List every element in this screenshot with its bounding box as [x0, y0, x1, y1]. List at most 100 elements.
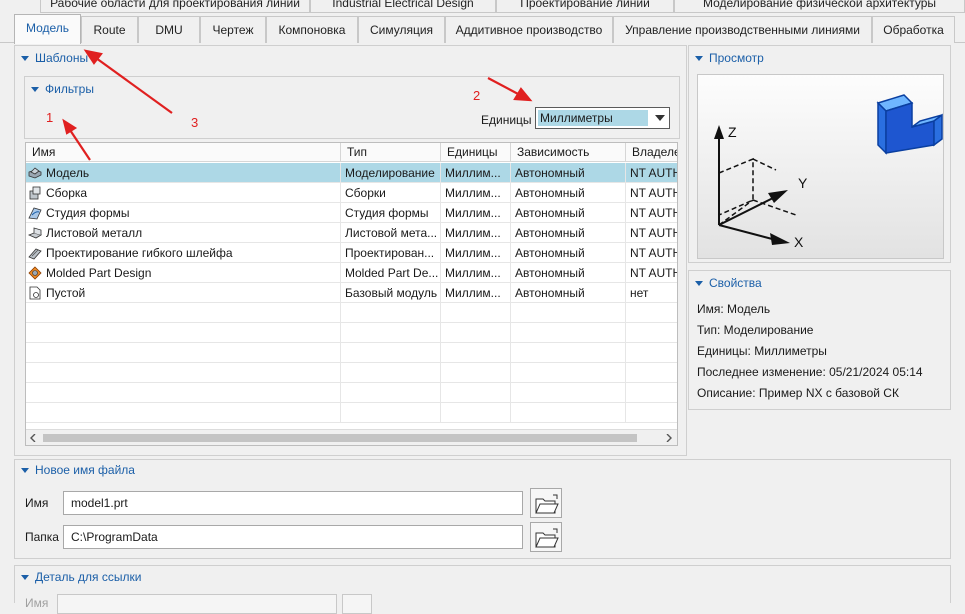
- empty-cell: [26, 363, 341, 383]
- browse-folder-button[interactable]: [530, 522, 562, 552]
- axis-z-label: Z: [728, 124, 737, 140]
- empty-cell: [626, 323, 677, 343]
- cell-units: Миллим...: [441, 183, 511, 203]
- empty-row: [26, 403, 677, 423]
- column-header-units[interactable]: Единицы: [441, 143, 511, 162]
- tab-industrial-electrical[interactable]: Industrial Electrical Design: [310, 0, 496, 13]
- cell-text: Пустой: [46, 286, 86, 300]
- empty-row: [26, 323, 677, 343]
- table-row[interactable]: Студия формы Студия формы Миллим... Автоном…: [26, 203, 678, 223]
- file-name-input[interactable]: model1.prt: [63, 491, 523, 515]
- cell-owner: NT AUTH: [626, 263, 677, 283]
- scroll-left-icon[interactable]: [30, 434, 36, 442]
- cell-text: Сборка: [46, 186, 88, 200]
- column-header-name[interactable]: Имя: [26, 143, 341, 162]
- reference-browse-button[interactable]: [342, 594, 372, 614]
- cell-name: Проектирование гибкого шлейфа: [26, 243, 341, 263]
- table-row[interactable]: Листовой металл Листовой мета... Миллим...…: [26, 223, 677, 243]
- table-header: Имя Тип Единицы Зависимость Владеле: [26, 143, 677, 162]
- cell-name: Листовой металл: [26, 223, 341, 243]
- tab-physical-architecture[interactable]: Моделирование физической архитектуры: [674, 0, 965, 13]
- cell-dep: Автономный: [511, 243, 626, 263]
- templates-header[interactable]: Шаблоны: [15, 48, 88, 68]
- empty-cell: [626, 383, 677, 403]
- empty-cell: [26, 403, 341, 423]
- empty-row: [26, 303, 677, 323]
- tab-dmu[interactable]: DMU: [138, 16, 200, 43]
- empty-cell: [626, 403, 677, 423]
- cell-text: Базовый модуль: [345, 286, 438, 300]
- units-dropdown[interactable]: Миллиметры: [535, 107, 670, 129]
- folder-input[interactable]: C:\ProgramData: [63, 525, 523, 549]
- cell-text: Автономный: [515, 246, 585, 260]
- cell-text: Студия формы: [345, 206, 429, 220]
- empty-row: [26, 363, 677, 383]
- cell-type: Проектирован...: [341, 243, 441, 263]
- new-file-header[interactable]: Новое имя файла: [15, 460, 135, 480]
- empty-cell: [26, 343, 341, 363]
- filters-header[interactable]: Фильтры: [25, 79, 94, 99]
- cell-name: Пустой: [26, 283, 341, 303]
- cell-owner: NT AUTH: [626, 163, 677, 183]
- table-row[interactable]: Пустой Базовый модуль Миллим... Автономный н…: [26, 283, 677, 303]
- column-header-owner[interactable]: Владеле: [626, 143, 677, 162]
- cell-owner: NT AUTH: [626, 223, 677, 243]
- cell-text: Модель: [46, 166, 90, 180]
- reference-part-panel: Деталь для ссылки Имя: [14, 565, 951, 614]
- empty-cell: [341, 363, 441, 383]
- empty-cell: [26, 383, 341, 403]
- cell-text: Листовой металл: [46, 226, 143, 240]
- cell-text: Автономный: [515, 266, 585, 280]
- scrollbar-thumb[interactable]: [43, 434, 637, 442]
- tab-layout[interactable]: Компоновка: [266, 16, 358, 43]
- cell-text: Миллим...: [445, 226, 501, 240]
- cell-owner: NT AUTH: [626, 203, 678, 223]
- table-row[interactable]: Molded Part Design Molded Part De... Милли…: [26, 263, 677, 283]
- folder-label: Папка: [25, 530, 59, 544]
- empty-cell: [441, 363, 511, 383]
- cell-text: NT AUTH: [630, 246, 678, 260]
- property-name: Имя: Модель: [697, 302, 771, 316]
- empty-cell: [341, 303, 441, 323]
- tab-simulation[interactable]: Симуляция: [358, 16, 445, 43]
- scroll-right-icon[interactable]: [666, 434, 672, 442]
- cell-type: Базовый модуль: [341, 283, 441, 303]
- browse-name-button[interactable]: [530, 488, 562, 518]
- tab-model[interactable]: Модель: [14, 14, 81, 44]
- filters-title: Фильтры: [45, 82, 94, 96]
- cell-units: Миллим...: [441, 223, 511, 243]
- cell-text: Molded Part Design: [46, 266, 152, 280]
- tab-machining[interactable]: Обработка: [872, 16, 955, 43]
- reference-header[interactable]: Деталь для ссылки: [15, 567, 141, 587]
- column-header-dependency[interactable]: Зависимость: [511, 143, 626, 162]
- cell-text: NT AUTH: [630, 206, 678, 220]
- cell-units: Миллим...: [441, 163, 511, 183]
- cell-text: Студия формы: [46, 206, 130, 220]
- preview-title: Просмотр: [709, 51, 764, 65]
- cell-text: Миллим...: [445, 206, 501, 220]
- tab-line-workspaces[interactable]: Рабочие области для проектирования линии: [40, 0, 310, 13]
- empty-cell: [511, 403, 626, 423]
- table-row[interactable]: Сборка Сборки Миллим... Автономный NT AUTH: [26, 183, 677, 203]
- preview-header[interactable]: Просмотр: [689, 48, 764, 68]
- preview-panel: Просмотр Z Y X: [688, 45, 951, 263]
- reference-name-input[interactable]: [57, 594, 337, 614]
- cell-type: Моделирование: [341, 163, 441, 183]
- table-row[interactable]: Проектирование гибкого шлейфа Проектирова…: [26, 243, 678, 263]
- tab-production-lines[interactable]: Управление производственными линиями: [613, 16, 872, 43]
- annotation-1: 1: [46, 110, 54, 125]
- tab-line-design[interactable]: Проектирование линии: [496, 0, 674, 13]
- column-header-type[interactable]: Тип: [341, 143, 441, 162]
- tab-drawing[interactable]: Чертеж: [200, 16, 266, 43]
- tab-route[interactable]: Route: [81, 16, 138, 43]
- annotation-3: 3: [191, 115, 199, 130]
- collapse-icon: [695, 281, 703, 286]
- chevron-down-icon: [655, 115, 665, 121]
- cell-name: Модель: [26, 163, 341, 183]
- cell-text: Автономный: [515, 286, 585, 300]
- table-row[interactable]: Модель Моделирование Миллим... Автономный NT…: [26, 163, 677, 183]
- horizontal-scrollbar[interactable]: [26, 429, 677, 445]
- tab-additive-manufacturing[interactable]: Аддитивное производство: [445, 16, 613, 43]
- empty-cell: [26, 323, 341, 343]
- properties-header[interactable]: Свойства: [689, 273, 762, 293]
